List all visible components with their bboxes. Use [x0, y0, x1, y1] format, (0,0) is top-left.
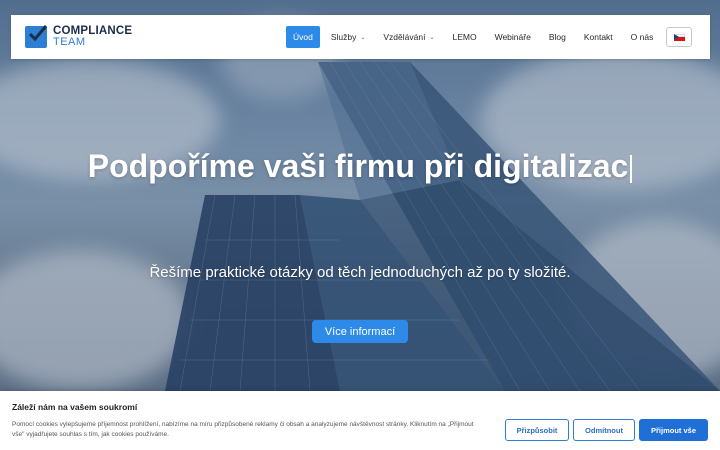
nav-label: Webináře — [494, 32, 531, 42]
nav-item-vzdelavani[interactable]: Vzdělávání ⌄ — [376, 26, 441, 48]
language-switcher[interactable] — [666, 27, 693, 47]
nav-item-lemo[interactable]: LEMO — [445, 26, 483, 48]
nav-item-webinare[interactable]: Webináře — [488, 26, 538, 48]
nav-item-sluzby[interactable]: Služby ⌄ — [324, 26, 373, 48]
chevron-down-icon: ⌄ — [360, 34, 366, 41]
more-info-button[interactable]: Více informací — [312, 320, 408, 343]
nav-label: O nás — [630, 32, 654, 42]
hero-headline-text: Podpoříme vaši firmu při digitalizac — [87, 148, 629, 184]
checkmark-logo-icon — [25, 25, 47, 48]
nav-label: Kontakt — [583, 32, 613, 42]
nav-label: Blog — [548, 32, 566, 42]
cookie-title: Záleží nám na vašem soukromí — [12, 402, 138, 412]
cookie-text: Pomocí cookies vylepšujeme příjemnost pr… — [12, 421, 474, 438]
reject-button[interactable]: Odmítnout — [573, 419, 635, 441]
nav-label: LEMO — [452, 32, 477, 42]
nav-label: Vzdělávání — [383, 32, 426, 42]
logo-line2: TEAM — [53, 36, 86, 48]
hero-subline: Řešíme praktické otázky od těch jednoduc… — [149, 264, 571, 281]
czech-flag-icon — [673, 33, 685, 41]
accept-all-button[interactable]: Přijmout vše — [639, 419, 708, 441]
site-logo[interactable]: COMPLIANCE TEAM — [25, 25, 132, 49]
nav-item-o-nas[interactable]: O nás — [624, 26, 661, 48]
nav-item-blog[interactable]: Blog — [542, 26, 573, 48]
nav-label: Úvod — [293, 32, 313, 42]
customize-button[interactable]: Přizpůsobit — [505, 419, 569, 441]
site-header: COMPLIANCE TEAM Úvod Služby ⌄ Vzdělávání… — [11, 15, 710, 59]
nav-label: Služby — [330, 32, 357, 42]
cookie-banner: Záleží nám na vašem soukromí Pomocí cook… — [0, 391, 720, 450]
main-nav: Úvod Služby ⌄ Vzdělávání ⌄ LEMO Webináře… — [286, 26, 693, 48]
nav-item-kontakt[interactable]: Kontakt — [577, 26, 620, 48]
nav-item-uvod[interactable]: Úvod — [286, 26, 320, 48]
hero-headline: Podpoříme vaši firmu při digitalizac — [0, 148, 720, 185]
hero-background — [0, 0, 720, 450]
chevron-down-icon: ⌄ — [429, 34, 435, 41]
typing-cursor — [630, 154, 633, 183]
